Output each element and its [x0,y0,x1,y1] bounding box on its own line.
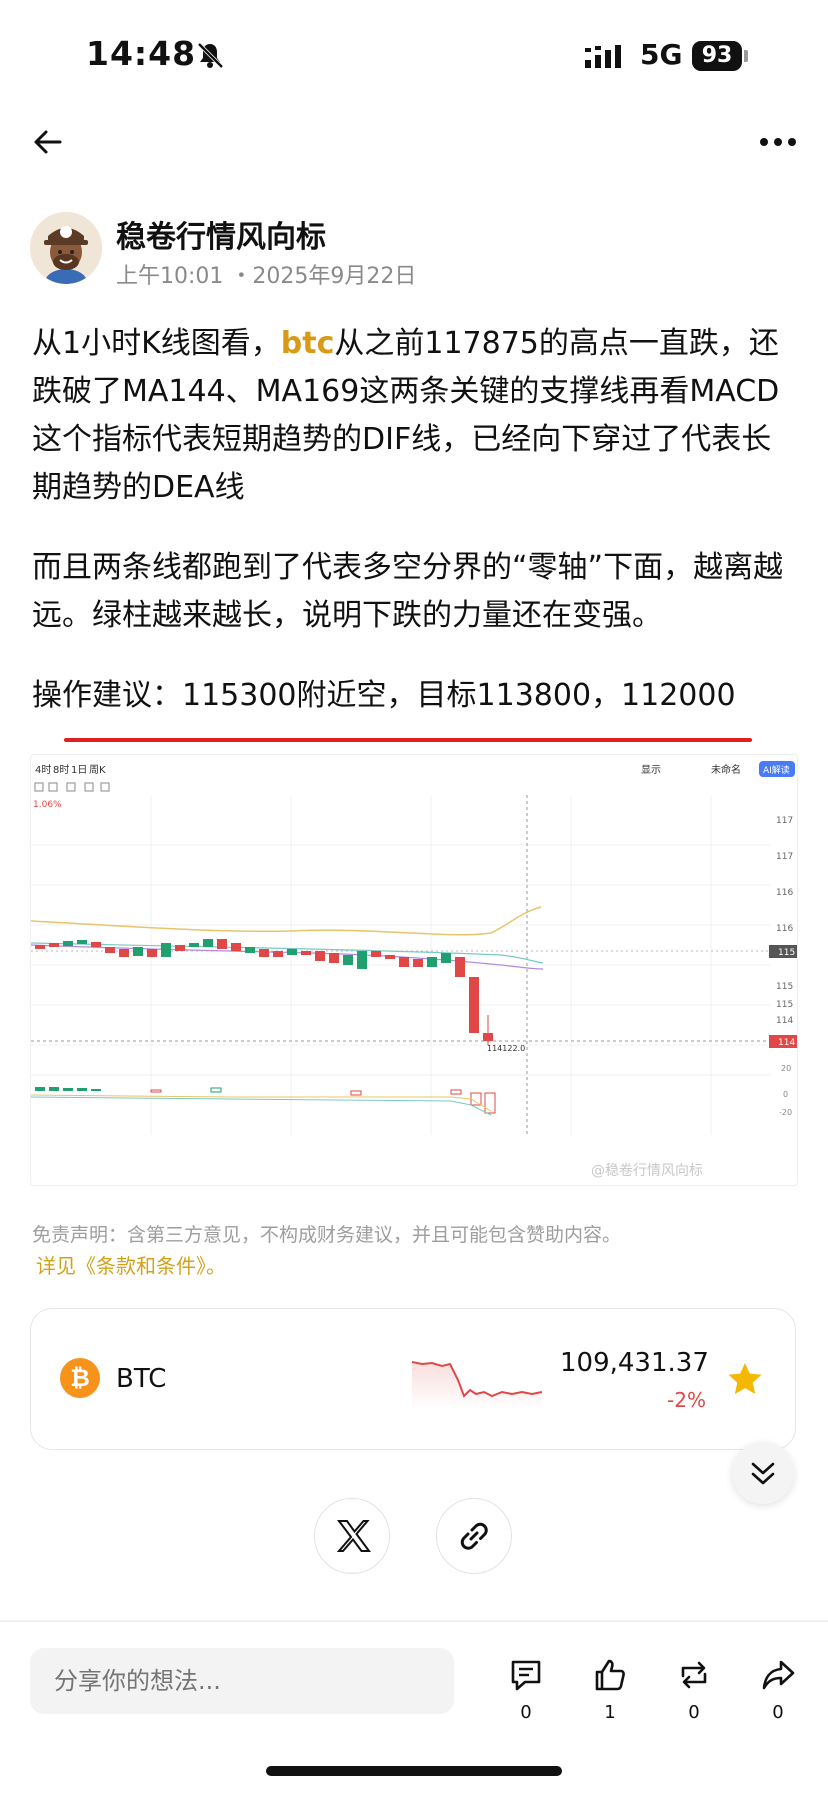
bell-muted-icon [197,42,224,69]
author-name[interactable]: 稳卷行情风向标 [116,212,326,256]
ticker-change: -2% [667,1388,706,1412]
like-count: 1 [604,1702,616,1723]
status-time: 14:48 [86,34,197,73]
toolbar-display: 显示 [641,764,661,776]
double-chevron-down-icon [751,1462,775,1485]
toolbar-unnamed: 未命名 [711,763,741,776]
bottom-divider [0,1620,828,1622]
comment-count: 0 [520,1702,532,1723]
comment-button[interactable]: 0 [496,1656,556,1723]
price-tick: 116 [776,888,793,898]
post-timestamp: 上午10:01 ・2025年9月22日 [116,264,417,289]
price-tick: 115 [776,982,793,992]
chart-watermark: @稳卷行情风向标 [591,1163,703,1179]
kline-chart-image[interactable]: 4时 8时 1日 周K 显示 未命名 AI解读 1.06% 117 117 11… [30,754,798,1186]
ai-badge: AI解读 [763,764,790,776]
current-price-tag: 115 [778,948,795,958]
repost-button[interactable]: 0 [664,1656,724,1723]
pct-label: 1.06% [33,800,62,810]
comment-input[interactable] [30,1648,454,1714]
favorite-star-icon[interactable] [726,1360,764,1398]
low-label: 114122.0 [487,1044,525,1053]
post-paragraph-3: 操作建议：115300附近空，目标113800，112000 [32,678,736,713]
scroll-down-button[interactable] [732,1442,794,1504]
btc-logo-icon: ₿ [60,1358,100,1398]
back-arrow-icon[interactable] [30,124,66,160]
btc-tag-link[interactable]: btc [281,326,335,361]
price-tick: 117 [776,852,793,862]
post-paragraph-1: 从1小时K线图看，btc从之前117875的高点一直跌，还跌破了MA144、MA… [32,320,798,512]
battery-level: 93 [692,41,742,71]
avatar[interactable] [30,212,102,284]
network-type: 5G [640,38,683,71]
battery-tip [744,50,748,62]
tab-4h: 4时 [35,764,51,776]
terms-link[interactable]: 详见《条款和条件》。 [36,1250,226,1279]
x-logo-icon [336,1520,371,1552]
link-icon [460,1522,488,1550]
thumbs-up-icon [595,1659,625,1691]
price-tick: 117 [776,816,793,826]
chart-svg: 4时 8时 1日 周K 显示 未命名 AI解读 1.06% 117 117 11… [31,761,797,1179]
post-paragraph-2: 而且两条线都跑到了代表多空分界的“零轴”下面，越离越远。绿柱越来越长，说明下跌的… [32,550,784,633]
macd-tick: -20 [779,1108,792,1117]
repost-icon [681,1661,707,1689]
comment-icon [511,1660,541,1691]
macd-tick: 0 [783,1090,788,1099]
price-tick: 114 [776,1016,793,1026]
price-tick: 116 [776,924,793,934]
paragraph-1-lead: 从1小时K线图看， [32,326,281,361]
more-options-icon[interactable] [758,130,798,154]
low-price-tag: 114 [778,1038,795,1048]
macd-tick: 20 [781,1064,791,1073]
share-button[interactable]: 0 [748,1656,808,1723]
repost-count: 0 [688,1702,700,1723]
tab-8h: 8时 [53,764,69,776]
share-x-button[interactable] [314,1498,390,1574]
tab-1d: 1日 [71,765,87,776]
ticker-symbol: BTC [116,1364,167,1394]
red-underline [64,738,752,742]
copy-link-button[interactable] [436,1498,512,1574]
share-arrow-icon [762,1660,795,1690]
tab-week: 周K [89,764,106,776]
price-sparkline [412,1361,542,1410]
ticker-price: 109,431.37 [560,1348,709,1378]
price-tick: 115 [776,1000,793,1010]
share-count: 0 [772,1702,784,1723]
signal-icon [585,45,621,68]
avatar-illustration [30,212,102,284]
disclaimer-text: 免责声明：含第三方意见，不构成财务建议，并且可能包含赞助内容。 [32,1224,622,1246]
home-indicator [266,1766,562,1776]
like-button[interactable]: 1 [580,1656,640,1723]
